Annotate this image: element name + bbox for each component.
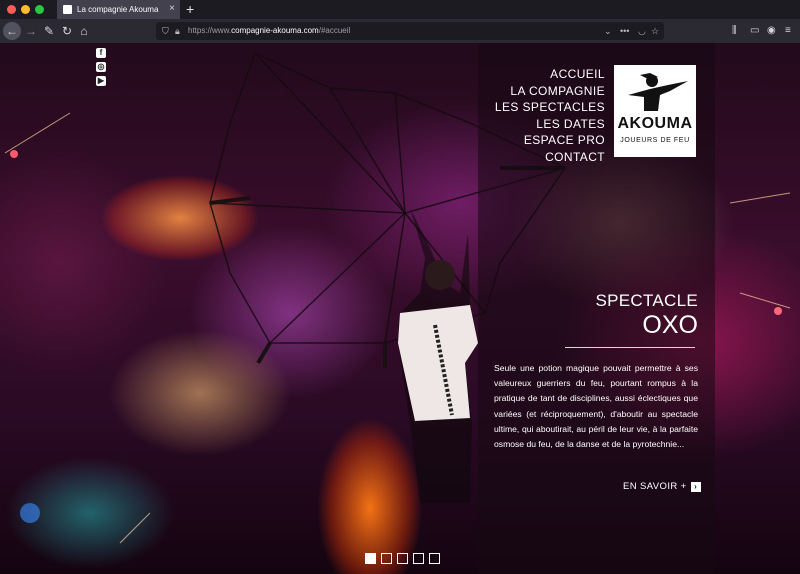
feature-description: Seule une potion magique pouvait permett… bbox=[494, 363, 698, 450]
divider bbox=[565, 347, 695, 348]
minimize-window-button[interactable] bbox=[21, 5, 30, 14]
menu-item-accueil[interactable]: ACCUEIL bbox=[495, 66, 605, 83]
feature-label: SPECTACLE bbox=[595, 291, 698, 310]
more-label: EN SAVOIR + bbox=[623, 481, 687, 492]
url-prefix: https://www. bbox=[188, 26, 232, 35]
en-savoir-plus-link[interactable]: EN SAVOIR + › bbox=[623, 481, 701, 492]
url-domain: compagnie-akouma.com bbox=[231, 26, 319, 35]
tab-title: La compagnie Akouma bbox=[77, 5, 159, 14]
url-text[interactable]: https://www.compagnie-akouma.com/#accuei… bbox=[188, 22, 350, 40]
address-bar[interactable]: ⛉ 🔒︎ https://www.compagnie-akouma.com/#a… bbox=[156, 22, 664, 40]
main-menu: ACCUEIL LA COMPAGNIE LES SPECTACLES LES … bbox=[495, 66, 605, 165]
logo-subtitle: JOUEURS DE FEU bbox=[620, 137, 690, 144]
slide-dot-4[interactable] bbox=[413, 553, 424, 564]
back-button[interactable]: ← bbox=[3, 22, 21, 40]
menu-item-la-compagnie[interactable]: LA COMPAGNIE bbox=[495, 83, 605, 100]
window-controls bbox=[7, 5, 44, 14]
tab-close-icon[interactable]: × bbox=[169, 3, 175, 15]
slide-dot-2[interactable] bbox=[381, 553, 392, 564]
chevron-down-icon[interactable]: ⌄ bbox=[604, 22, 612, 40]
bookmark-star-icon[interactable]: ☆ bbox=[651, 22, 659, 40]
account-icon[interactable]: ◉ bbox=[767, 22, 776, 40]
slide-dot-3[interactable] bbox=[397, 553, 408, 564]
maximize-window-button[interactable] bbox=[35, 5, 44, 14]
navigation-bar: ← → ✎ ↻ ⌂ ⛉ 🔒︎ https://www.compagnie-ako… bbox=[0, 19, 800, 43]
url-path: /#accueil bbox=[318, 26, 351, 35]
slider-pagination bbox=[365, 553, 440, 564]
forward-button[interactable]: → bbox=[22, 22, 40, 40]
close-window-button[interactable] bbox=[7, 5, 16, 14]
feature-title: OXO bbox=[642, 311, 698, 339]
browser-tab[interactable]: La compagnie Akouma × bbox=[57, 0, 180, 19]
pocket-icon[interactable]: ◡ bbox=[638, 22, 646, 40]
lock-icon[interactable]: 🔒︎ bbox=[175, 22, 180, 40]
instagram-icon[interactable]: ◎ bbox=[96, 62, 106, 72]
slide-dot-1[interactable] bbox=[365, 553, 376, 564]
tools-icon[interactable]: ✎ bbox=[40, 22, 58, 40]
logo-wordmark: AKOUMA bbox=[617, 115, 693, 132]
menu-item-espace-pro[interactable]: ESPACE PRO bbox=[495, 132, 605, 149]
social-links: f ◎ ▶ bbox=[96, 48, 106, 90]
performer-figure bbox=[398, 208, 478, 503]
site-favicon-icon bbox=[63, 5, 72, 14]
tab-bar: La compagnie Akouma × + bbox=[0, 0, 800, 19]
slide-dot-5[interactable] bbox=[429, 553, 440, 564]
chevron-right-icon: › bbox=[690, 481, 701, 492]
youtube-icon[interactable]: ▶ bbox=[96, 76, 106, 86]
menu-item-contact[interactable]: CONTACT bbox=[495, 149, 605, 166]
facebook-icon[interactable]: f bbox=[96, 48, 106, 58]
sidebar-icon[interactable]: ▭ bbox=[750, 22, 759, 40]
menu-icon[interactable]: ≡ bbox=[785, 22, 791, 40]
fire-juggler-logo-icon bbox=[628, 73, 688, 111]
menu-item-les-dates[interactable]: LES DATES bbox=[495, 116, 605, 133]
akouma-logo[interactable]: AKOUMA JOUEURS DE FEU bbox=[614, 65, 696, 157]
hero-section: f ◎ ▶ ACCUEIL LA COMPAGNIE LES SPECTACLE… bbox=[0, 43, 800, 574]
more-actions-icon[interactable]: ••• bbox=[620, 22, 629, 40]
library-icon[interactable]: ⫼ bbox=[732, 22, 737, 40]
new-tab-button[interactable]: + bbox=[186, 0, 194, 18]
home-button[interactable]: ⌂ bbox=[75, 22, 93, 40]
menu-item-les-spectacles[interactable]: LES SPECTACLES bbox=[495, 99, 605, 116]
shield-icon[interactable]: ⛉ bbox=[162, 22, 169, 40]
reload-button[interactable]: ↻ bbox=[58, 22, 76, 40]
